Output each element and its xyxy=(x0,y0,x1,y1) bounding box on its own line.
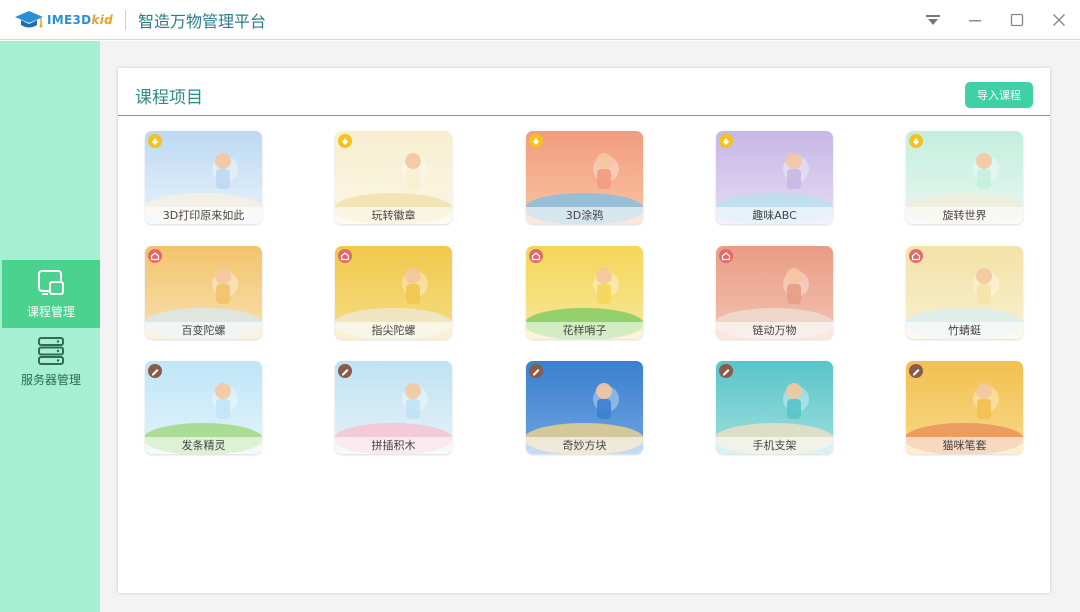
course-type-badge-icon xyxy=(719,364,733,378)
course-type-badge-icon xyxy=(529,364,543,378)
course-card[interactable]: 3D涂鸦 xyxy=(526,131,643,224)
sidebar-item-course-management[interactable]: 课程管理 xyxy=(2,260,100,328)
course-card[interactable]: 百变陀螺 xyxy=(145,246,262,339)
course-label: 玩转徽章 xyxy=(335,207,452,224)
course-type-badge-icon xyxy=(148,364,162,378)
course-type-badge-icon xyxy=(529,134,543,148)
course-label: 指尖陀螺 xyxy=(335,322,452,339)
course-type-badge-icon xyxy=(338,249,352,263)
main-content: 课程项目 导入课程 3D打印原来如此 玩转徽章 3D涂鸦 趣味ABC 旋转世界百变陀螺 指… xyxy=(100,41,1080,612)
sidebar-item-label: 服务器管理 xyxy=(20,372,81,387)
window-controls xyxy=(912,0,1080,40)
course-card[interactable]: 指尖陀螺 xyxy=(335,246,452,339)
course-card[interactable]: 旋转世界 xyxy=(906,131,1023,224)
panel-header: 课程项目 导入课程 xyxy=(118,68,1050,116)
app-logo: IME3Dkid xyxy=(14,0,113,40)
course-panel: 课程项目 导入课程 3D打印原来如此 玩转徽章 3D涂鸦 趣味ABC 旋转世界百变陀螺 指… xyxy=(118,68,1050,593)
course-type-badge-icon xyxy=(529,249,543,263)
course-label: 花样哨子 xyxy=(526,322,643,339)
title-separator xyxy=(125,9,127,30)
menu-down-icon xyxy=(926,15,940,25)
maximize-button[interactable] xyxy=(996,0,1038,40)
minimize-icon xyxy=(969,20,981,22)
graduation-cap-icon xyxy=(15,10,43,27)
course-card[interactable]: 3D打印原来如此 xyxy=(145,131,262,224)
course-card[interactable]: 猫咪笔套 xyxy=(906,361,1023,454)
sidebar-item-label: 课程管理 xyxy=(26,304,75,319)
course-label: 趣味ABC xyxy=(716,207,833,224)
course-card[interactable]: 花样哨子 xyxy=(526,246,643,339)
title-bar: IME3Dkid 智造万物管理平台 xyxy=(0,0,1080,40)
sidebar-item-server-management[interactable]: 服务器管理 xyxy=(2,328,100,396)
course-label: 竹蜻蜓 xyxy=(906,322,1023,339)
course-type-badge-icon xyxy=(909,364,923,378)
course-label: 手机支架 xyxy=(716,437,833,454)
course-card[interactable]: 玩转徽章 xyxy=(335,131,452,224)
course-type-badge-icon xyxy=(909,249,923,263)
course-label: 奇妙方块 xyxy=(526,437,643,454)
course-type-badge-icon xyxy=(148,134,162,148)
logo-text: IME3Dkid xyxy=(47,12,114,27)
course-card[interactable]: 竹蜻蜓 xyxy=(906,246,1023,339)
course-label: 拼插积木 xyxy=(335,437,452,454)
course-label: 链动万物 xyxy=(716,322,833,339)
course-label: 百变陀螺 xyxy=(145,322,262,339)
minimize-button[interactable] xyxy=(954,0,996,40)
course-type-badge-icon xyxy=(909,134,923,148)
course-label: 旋转世界 xyxy=(906,207,1023,224)
sidebar: 课程管理 服务器管理 xyxy=(0,41,100,612)
app-title: 智造万物管理平台 xyxy=(138,11,267,31)
course-card[interactable]: 链动万物 xyxy=(716,246,833,339)
import-course-button[interactable]: 导入课程 xyxy=(965,82,1033,108)
course-card[interactable]: 拼插积木 xyxy=(335,361,452,454)
course-label: 3D打印原来如此 xyxy=(145,207,262,224)
course-icon xyxy=(38,269,64,295)
course-label: 猫咪笔套 xyxy=(906,437,1023,454)
course-type-badge-icon xyxy=(338,134,352,148)
course-type-badge-icon xyxy=(719,134,733,148)
close-button[interactable] xyxy=(1038,0,1080,40)
course-type-badge-icon xyxy=(148,249,162,263)
course-type-badge-icon xyxy=(719,249,733,263)
course-label: 3D涂鸦 xyxy=(526,207,643,224)
maximize-icon xyxy=(1010,13,1024,27)
course-card[interactable]: 奇妙方块 xyxy=(526,361,643,454)
dropdown-menu-button[interactable] xyxy=(912,0,954,40)
course-card[interactable]: 发条精灵 xyxy=(145,361,262,454)
course-type-badge-icon xyxy=(338,364,352,378)
close-icon xyxy=(1053,14,1065,26)
panel-title: 课程项目 xyxy=(135,88,203,108)
course-card[interactable]: 趣味ABC xyxy=(716,131,833,224)
course-label: 发条精灵 xyxy=(145,437,262,454)
course-card[interactable]: 手机支架 xyxy=(716,361,833,454)
server-icon xyxy=(38,336,64,365)
